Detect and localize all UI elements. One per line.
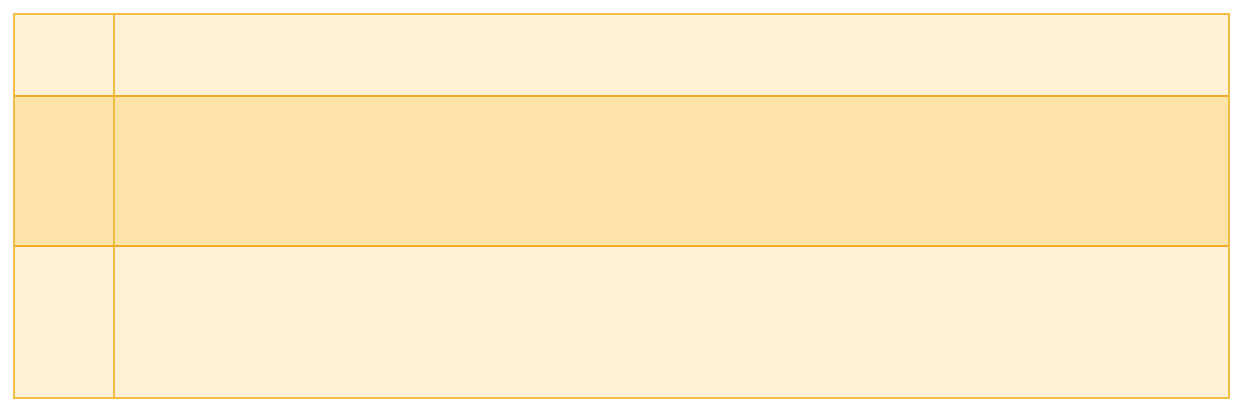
row-3-content-cell [115,245,1228,397]
row-1-content-cell [115,15,1228,95]
row-2-content-cell [115,95,1228,245]
row-3-label-cell [15,245,115,397]
row-1-label-cell [15,15,115,95]
row-2-label-cell [15,95,115,245]
highlighted-table [13,13,1230,399]
